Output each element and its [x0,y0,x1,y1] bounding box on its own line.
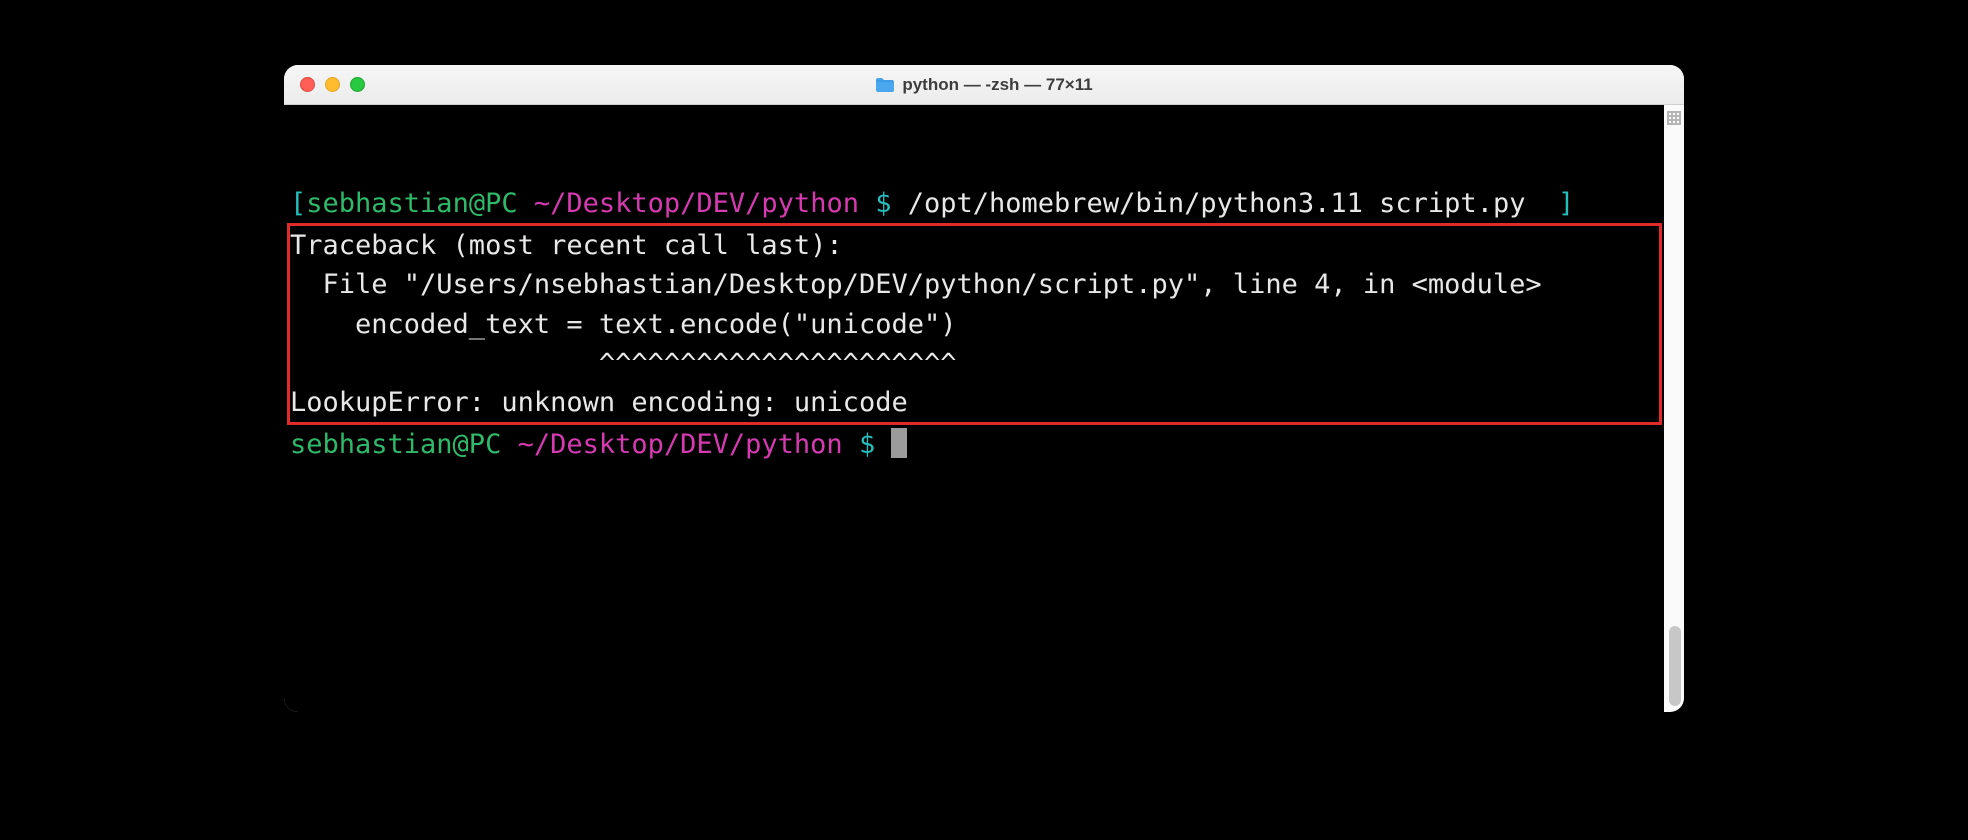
bracket-open: [ [290,188,306,219]
prompt-user-host: sebhastian@PC [306,188,517,219]
folder-icon [875,77,894,92]
prompt2-dollar: $ [843,429,892,460]
terminal-body[interactable]: [sebhastian@PC ~/Desktop/DEV/python $ /o… [284,105,1684,712]
traffic-lights [300,77,365,92]
scrollbar-top-indicator [1667,111,1681,125]
titlebar[interactable]: python — -zsh — 77×11 [284,65,1684,105]
maximize-button[interactable] [350,77,365,92]
terminal-window: python — -zsh — 77×11 [sebhastian@PC ~/D… [284,65,1684,712]
traceback-line3: encoded_text = text.encode("unicode") [290,309,956,340]
cursor [891,428,907,458]
command-text: /opt/homebrew/bin/python3.11 script.py [908,188,1526,219]
scrollbar-track[interactable] [1664,105,1684,712]
prompt-line-2: sebhastian@PC ~/Desktop/DEV/python $ [290,425,1684,464]
prompt2-path: ~/Desktop/DEV/python [501,429,842,460]
traceback-line1: Traceback (most recent call last): [290,230,843,261]
minimize-button[interactable] [325,77,340,92]
traceback-line2: File "/Users/nsebhastian/Desktop/DEV/pyt… [290,269,1542,300]
title-center: python — -zsh — 77×11 [284,75,1684,95]
prompt-line-1: [sebhastian@PC ~/Desktop/DEV/python $ /o… [290,184,1684,223]
traceback-line5: LookupError: unknown encoding: unicode [290,387,908,418]
error-highlight: Traceback (most recent call last): File … [287,223,1662,425]
traceback-line4: ^^^^^^^^^^^^^^^^^^^^^^ [290,348,956,379]
bracket-close: ] [1558,188,1574,219]
prompt-dollar: $ [859,188,908,219]
close-button[interactable] [300,77,315,92]
prompt2-user-host: sebhastian@PC [290,429,501,460]
scrollbar-thumb[interactable] [1669,626,1681,706]
prompt-path: ~/Desktop/DEV/python [518,188,859,219]
window-title: python — -zsh — 77×11 [902,75,1092,95]
